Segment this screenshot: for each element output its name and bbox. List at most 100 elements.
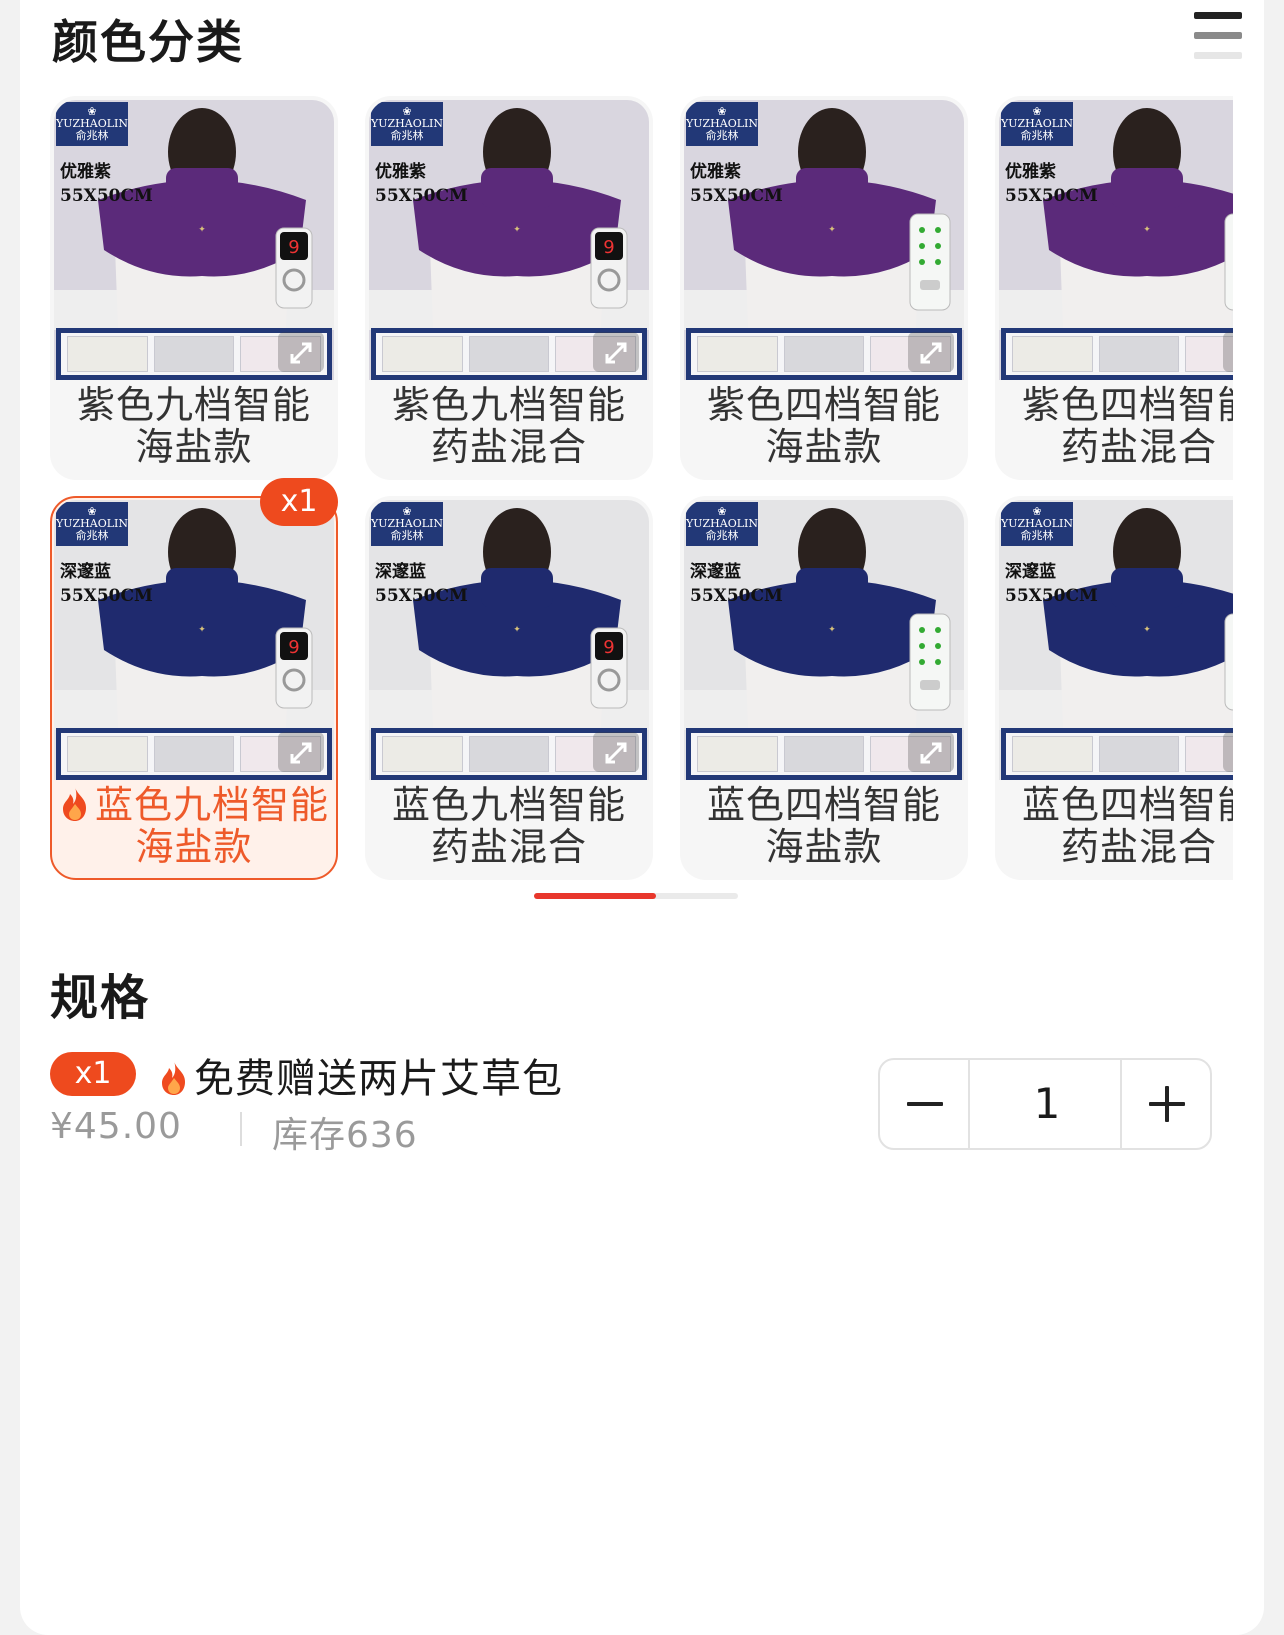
svg-text:9: 9 xyxy=(288,237,299,258)
image-variant-size: 55X50CM xyxy=(690,186,783,206)
color-option-label: 蓝色四档智能 药盐混合 xyxy=(995,778,1233,874)
svg-text:✦: ✦ xyxy=(513,625,521,635)
spec-option-row[interactable]: x1 免费赠送两片艾草包 ¥45.00 库存636 1 xyxy=(50,1050,1240,1160)
brand-logo: ❀ YUZHAOLIN 俞兆林 xyxy=(686,502,758,546)
image-variant-name: 优雅紫 xyxy=(375,162,426,182)
image-variant-size: 55X50CM xyxy=(1005,586,1098,606)
color-option-label-line1: 紫色九档智能 xyxy=(391,383,626,427)
quantity-stepper[interactable]: 1 xyxy=(878,1058,1212,1150)
image-variant-name: 优雅紫 xyxy=(690,162,741,182)
brand-logo: ❀ YUZHAOLIN 俞兆林 xyxy=(1001,102,1073,146)
color-option-card[interactable]: ✦ ❀ YUZHAOLIN 俞兆林 深邃蓝 55X50CM 蓝色四档智能 药盐混合 xyxy=(995,496,1233,880)
expand-icon[interactable] xyxy=(908,332,954,372)
color-option-card[interactable]: ✦ 9 ❀ YUZHAOLIN 俞兆林 深邃蓝 55X50CM 蓝色九档智能 药盐混合 xyxy=(365,496,653,880)
svg-text:9: 9 xyxy=(603,637,614,658)
scroll-indicator-fill xyxy=(534,893,657,899)
expand-icon[interactable] xyxy=(1223,332,1233,372)
color-option-label-line2: 海盐款 xyxy=(135,825,253,869)
image-variant-size: 55X50CM xyxy=(690,586,783,606)
color-option-label: 蓝色四档智能 海盐款 xyxy=(680,778,968,874)
color-option-card[interactable]: ✦ 9 ❀ YUZHAOLIN 俞兆林 优雅紫 55X50CM 紫色九档智能 海盐款 xyxy=(50,96,338,480)
color-option-label-line1: 蓝色九档智能 xyxy=(50,784,338,826)
color-option-image: ✦ 9 ❀ YUZHAOLIN 俞兆林 深邃蓝 55X50CM xyxy=(54,500,334,780)
svg-text:✦: ✦ xyxy=(1143,625,1151,635)
material-thumbnail-strip xyxy=(1001,728,1233,780)
svg-text:✦: ✦ xyxy=(828,625,836,635)
color-option-card[interactable]: ✦ ❀ YUZHAOLIN 俞兆林 优雅紫 55X50CM 紫色四档智能 药盐混合 xyxy=(995,96,1233,480)
toggle-bar xyxy=(1194,32,1242,39)
spec-price: ¥45.00 xyxy=(50,1106,182,1147)
color-option-label: 蓝色九档智能 药盐混合 xyxy=(365,778,653,874)
divider xyxy=(240,1112,242,1146)
brand-logo: ❀ YUZHAOLIN 俞兆林 xyxy=(56,102,128,146)
expand-icon[interactable] xyxy=(1223,732,1233,772)
image-variant-name: 深邃蓝 xyxy=(690,562,741,582)
svg-text:✦: ✦ xyxy=(513,225,521,235)
color-options-grid[interactable]: ✦ 9 ❀ YUZHAOLIN 俞兆林 优雅紫 55X50CM 紫色九档智能 海盐款 ✦… xyxy=(50,96,1233,906)
spec-quantity-badge: x1 xyxy=(50,1052,136,1096)
color-option-image: ✦ 9 ❀ YUZHAOLIN 俞兆林 深邃蓝 55X50CM xyxy=(369,500,649,780)
material-thumbnail-strip xyxy=(1001,328,1233,380)
color-option-image: ✦ ❀ YUZHAOLIN 俞兆林 深邃蓝 55X50CM xyxy=(999,500,1233,780)
quantity-value[interactable]: 1 xyxy=(970,1060,1124,1148)
color-option-card[interactable]: ✦ ❀ YUZHAOLIN 俞兆林 优雅紫 55X50CM 紫色四档智能 海盐款 xyxy=(680,96,968,480)
color-option-card[interactable]: ✦ 9 ❀ YUZHAOLIN 俞兆林 优雅紫 55X50CM 紫色九档智能 药盐混合 xyxy=(365,96,653,480)
svg-text:✦: ✦ xyxy=(1143,225,1151,235)
quantity-badge: x1 xyxy=(260,478,338,526)
sku-selector-sheet: 颜色分类 ✦ 9 ❀ YUZHAOLIN 俞兆林 优雅紫 55X50CM 紫色九… xyxy=(20,0,1264,1635)
image-variant-caption: 深邃蓝 55X50CM xyxy=(375,560,468,608)
color-option-label-line2: 海盐款 xyxy=(765,825,883,869)
expand-icon[interactable] xyxy=(278,732,324,772)
color-option-card[interactable]: ✦ 9 ❀ YUZHAOLIN 俞兆林 深邃蓝 55X50CM 蓝色九档智能 海盐款 x1 xyxy=(50,478,338,880)
image-variant-size: 55X50CM xyxy=(375,186,468,206)
color-option-image: ✦ ❀ YUZHAOLIN 俞兆林 深邃蓝 55X50CM xyxy=(684,500,964,780)
expand-icon[interactable] xyxy=(278,332,324,372)
image-variant-size: 55X50CM xyxy=(1005,186,1098,206)
color-option-label-line1: 蓝色四档智能 xyxy=(1021,783,1233,827)
svg-text:✦: ✦ xyxy=(198,625,206,635)
toggle-bar xyxy=(1194,52,1242,59)
image-variant-name: 优雅紫 xyxy=(60,162,111,182)
color-option-label-line2: 药盐混合 xyxy=(430,425,587,469)
image-variant-size: 55X50CM xyxy=(375,586,468,606)
color-option-label-line2: 海盐款 xyxy=(765,425,883,469)
decrement-button[interactable] xyxy=(880,1060,970,1148)
color-option-image: ✦ 9 ❀ YUZHAOLIN 俞兆林 优雅紫 55X50CM xyxy=(369,100,649,380)
color-option-label-line1: 紫色九档智能 xyxy=(76,383,311,427)
color-option-image: ✦ 9 ❀ YUZHAOLIN 俞兆林 优雅紫 55X50CM xyxy=(54,100,334,380)
image-variant-name: 深邃蓝 xyxy=(60,562,111,582)
brand-logo: ❀ YUZHAOLIN 俞兆林 xyxy=(1001,502,1073,546)
minus-icon xyxy=(907,1102,943,1106)
svg-text:9: 9 xyxy=(603,237,614,258)
color-option-image: ✦ ❀ YUZHAOLIN 俞兆林 优雅紫 55X50CM xyxy=(684,100,964,380)
color-option-card[interactable]: ✦ ❀ YUZHAOLIN 俞兆林 深邃蓝 55X50CM 蓝色四档智能 海盐款 xyxy=(680,496,968,880)
brand-logo: ❀ YUZHAOLIN 俞兆林 xyxy=(371,102,443,146)
color-option-label-line2: 药盐混合 xyxy=(1060,425,1217,469)
svg-text:✦: ✦ xyxy=(828,225,836,235)
color-option-label-line1: 蓝色九档智能 xyxy=(391,783,626,827)
brand-logo: ❀ YUZHAOLIN 俞兆林 xyxy=(56,502,128,546)
color-option-label: 紫色四档智能 海盐款 xyxy=(680,378,968,474)
fire-icon xyxy=(162,1061,185,1095)
expand-icon[interactable] xyxy=(908,732,954,772)
color-option-label: 紫色九档智能 海盐款 xyxy=(50,378,338,474)
brand-logo: ❀ YUZHAOLIN 俞兆林 xyxy=(371,502,443,546)
image-variant-caption: 优雅紫 55X50CM xyxy=(60,160,153,208)
color-option-label-line1: 蓝色四档智能 xyxy=(706,783,941,827)
grid-scroll-indicator xyxy=(534,893,738,899)
color-option-label-line1: 紫色四档智能 xyxy=(706,383,941,427)
expand-icon[interactable] xyxy=(593,732,639,772)
color-section-title: 颜色分类 xyxy=(52,15,244,69)
spec-name: 免费赠送两片艾草包 xyxy=(158,1046,563,1104)
spec-stock: 库存636 xyxy=(272,1115,418,1156)
image-variant-caption: 优雅紫 55X50CM xyxy=(1005,160,1098,208)
increment-button[interactable] xyxy=(1120,1060,1210,1148)
list-layout-icon[interactable] xyxy=(1190,8,1246,64)
image-variant-caption: 深邃蓝 55X50CM xyxy=(690,560,783,608)
color-option-label-line2: 海盐款 xyxy=(135,425,253,469)
color-option-image: ✦ ❀ YUZHAOLIN 俞兆林 优雅紫 55X50CM xyxy=(999,100,1233,380)
image-variant-name: 优雅紫 xyxy=(1005,162,1056,182)
color-option-label-line1: 紫色四档智能 xyxy=(1021,383,1233,427)
expand-icon[interactable] xyxy=(593,332,639,372)
color-option-label: 紫色九档智能 药盐混合 xyxy=(365,378,653,474)
